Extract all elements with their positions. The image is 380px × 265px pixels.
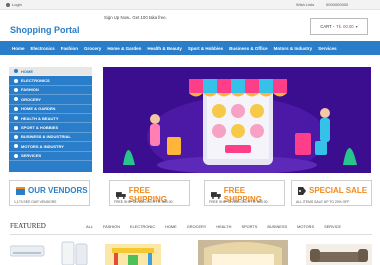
nav-grocery[interactable]: Grocery [84,46,101,51]
main-nav: Home Electronics Fashion Grocery Home & … [0,41,380,55]
sidebar-item-fashion[interactable]: FASHION [9,86,92,96]
nav-electronics[interactable]: Electronics [31,46,55,51]
sidebar-item-sport-hobbies[interactable]: SPORT & HOBBIES [9,123,92,133]
sidebar-item-label: ELECTRONICS [21,78,50,84]
sidebar-item-label: HOME [21,68,33,74]
tag-icon [298,186,306,195]
cart-amount: Tk. 00.00 [336,24,354,29]
truck-icon [116,191,126,199]
featured-tabs: ALL FASHION ELECTRONIC HOME GROCERY HEAL… [86,224,341,229]
site-logo[interactable]: Shopping Portal [10,25,80,35]
tab-motors[interactable]: MOTORS [297,224,314,229]
sidebar-item-label: BUSINESS & INDUSTRIAL [21,134,71,140]
nav-services[interactable]: Services [318,46,337,51]
feature-subtitle: 1,173 SEE OUR VENDORS [14,200,57,204]
feature-vendors[interactable]: OUR VENDORS 1,173 SEE OUR VENDORS [9,180,90,206]
feature-subtitle: FREE SHIP ON 800 OVER TK. 600.00 [209,200,268,204]
login-link[interactable]: Login [6,2,22,7]
sidebar-item-home-garden[interactable]: HOME & GARDEN [9,105,92,114]
tab-all[interactable]: ALL [86,224,93,229]
user-icon [6,2,10,7]
hero-banner[interactable] [103,67,371,173]
bullet-icon [14,125,18,130]
sidebar-item-label: SPORT & HOBBIES [21,125,59,131]
bullet-icon [14,106,18,111]
product-bed-image[interactable] [198,240,288,265]
shopping-illustration [103,67,371,173]
phone-link[interactable]: 0000000000 [326,2,348,7]
wishlist-link[interactable]: Wish Lists [296,2,314,7]
bullet-icon [14,153,18,158]
sidebar-item-label: HEALTH & BEAUTY [21,115,59,121]
tab-health[interactable]: HEALTH [216,224,231,229]
sidebar-item-label: MOTORS & INDUSTRY [21,143,64,149]
sidebar-item-services[interactable]: SERVICES [9,152,92,161]
store-icon [16,186,25,195]
nav-motors-industry[interactable]: Motors & Industry [274,46,313,51]
bullet-icon [14,87,18,92]
feature-special-sale[interactable]: SPECIAL SALE ALL ITEMS SALE UP TO 20% OF… [291,180,372,206]
tab-service[interactable]: SERVICE [324,224,341,229]
sidebar-item-label: SERVICES [21,153,42,159]
category-sidebar: HOME ELECTRONICS FASHION GROCERY HOME & … [9,67,92,172]
sidebar-item-motors-industry[interactable]: MOTORS & INDUSTRY [9,142,92,152]
sidebar-item-home[interactable]: HOME [9,67,92,77]
sidebar-item-grocery[interactable]: GROCERY [9,95,92,105]
product-sofa-image[interactable] [306,244,372,265]
section-divider [10,234,372,235]
nav-health-beauty[interactable]: Health & Beauty [147,46,182,51]
bullet-icon [14,134,18,139]
feature-subtitle: ALL ITEMS SALE UP TO 20% OFF [296,200,350,204]
cart-label: CART - [320,24,335,29]
promo-text[interactable]: Sign Up Now.. Get 100 taka free. [104,15,167,20]
tab-sports[interactable]: SPORTS [241,224,257,229]
cart-button[interactable]: CART - Tk. 00.00 ▾ [310,18,368,35]
truck-icon [211,191,221,199]
bullet-icon [14,116,18,121]
feature-title: SPECIAL SALE [309,186,368,195]
bullet-icon [14,97,18,102]
tab-home[interactable]: HOME [165,224,177,229]
tab-business[interactable]: BUSINESS [267,224,287,229]
feature-subtitle: FREE SHIP ON 800 OVER TK. 600.00 [114,200,173,204]
sidebar-item-label: GROCERY [21,96,42,102]
sidebar-item-health-beauty[interactable]: HEALTH & BEAUTY [9,114,92,124]
cart-chevron-icon: ▾ [355,24,358,29]
tab-fashion[interactable]: FASHION [103,224,120,229]
bullet-icon [14,78,18,83]
login-label: Login [12,2,22,7]
feature-title: OUR VENDORS [28,186,88,195]
nav-fashion[interactable]: Fashion [61,46,78,51]
sidebar-item-electronics[interactable]: ELECTRONICS [9,76,92,86]
nav-business-office[interactable]: Business & Office [229,46,268,51]
tab-grocery[interactable]: GROCERY [187,224,207,229]
feature-free-shipping-1[interactable]: FREE SHIPPING FREE SHIP ON 800 OVER TK. … [109,180,190,206]
sidebar-item-label: HOME & GARDEN [21,106,56,112]
featured-products [9,238,372,265]
nav-home-garden[interactable]: Home & Garden [107,46,141,51]
product-air-conditioner-image[interactable] [9,245,45,257]
sidebar-item-label: FASHION [21,87,39,93]
top-bar: Login Wish Lists 0000000000 [0,0,380,10]
nav-home[interactable]: Home [12,46,25,51]
bullet-icon [14,144,18,149]
feature-free-shipping-2[interactable]: FREE SHIPPING FREE SHIP ON 800 OVER TK. … [204,180,285,206]
sidebar-item-business-industrial[interactable]: BUSINESS & INDUSTRIAL [9,133,92,143]
product-air-cooler-image[interactable] [61,241,88,265]
product-kids-table-image[interactable] [105,244,161,265]
bullet-icon [14,69,18,74]
nav-sport-hobbies[interactable]: Sport & Hobbies [188,46,223,51]
tab-electronic[interactable]: ELECTRONIC [130,224,155,229]
featured-title: FEATURED [10,222,46,230]
